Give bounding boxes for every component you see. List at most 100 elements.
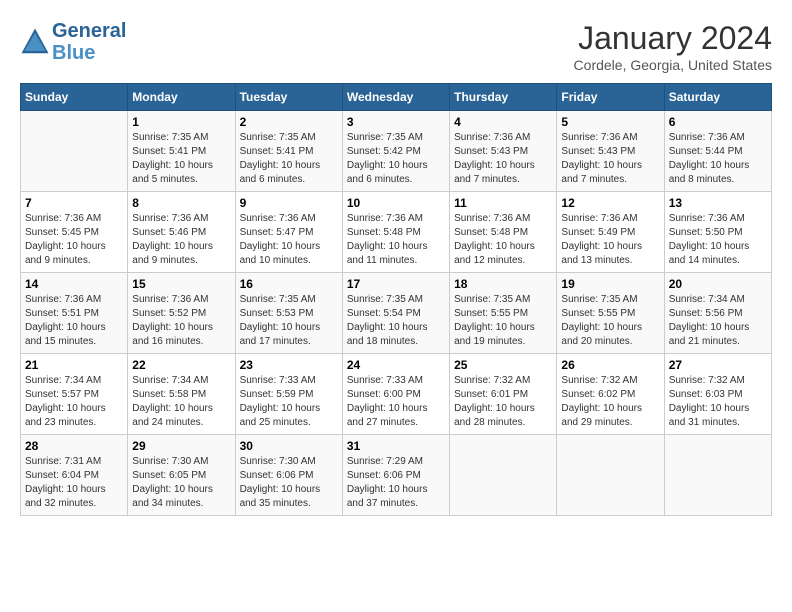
day-number: 22 [132, 358, 230, 372]
calendar-cell: 29 Sunrise: 7:30 AM Sunset: 6:05 PM Dayli… [128, 435, 235, 516]
calendar-cell: 8Sunrise: 7:36 AM Sunset: 5:46 PM Daylig… [128, 192, 235, 273]
calendar-cell: 28Sunrise: 7:31 AM Sunset: 6:04 PM Dayli… [21, 435, 128, 516]
day-info: Sunrise: 7:36 AM Sunset: 5:45 PM Dayligh… [25, 212, 123, 268]
day-number: 7 [25, 196, 123, 210]
day-number: 3 [347, 115, 445, 129]
day-number: 21 [25, 358, 123, 372]
calendar-week-row: 7 Sunrise: 7:36 AM Sunset: 5:45 PM Daylig… [21, 192, 772, 273]
location-subtitle: Cordele, Georgia, United States [574, 57, 772, 73]
calendar-cell: 17Sunrise: 7:35 AM Sunset: 5:54 PM Dayli… [342, 273, 449, 354]
day-number: 18 [454, 277, 552, 291]
day-info: Sunrise: 7:36 AM Sunset: 5:48 PM Dayligh… [347, 212, 445, 268]
day-number: 11 [454, 196, 552, 210]
calendar-cell: 15 Sunrise: 7:36 AM Sunset: 5:52 PM Dayli… [128, 273, 235, 354]
calendar-cell: 12 Sunrise: 7:36 AM Sunset: 5:49 PM Dayli… [557, 192, 664, 273]
day-info: Sunrise: 7:32 AM Sunset: 6:03 PM Dayligh… [669, 374, 767, 430]
calendar-cell: 5 Sunrise: 7:36 AM Sunset: 5:43 PM Daylig… [557, 111, 664, 192]
day-number: 19 [561, 277, 659, 291]
day-number: 24 [347, 358, 445, 372]
day-info: Sunrise: 7:35 AM Sunset: 5:55 PM Dayligh… [561, 293, 659, 349]
day-number: 28 [25, 439, 123, 453]
calendar-week-row: 21 Sunrise: 7:34 AM Sunset: 5:57 PM Dayli… [21, 354, 772, 435]
logo-text: GeneralBlue [52, 20, 126, 64]
day-number: 16 [240, 277, 338, 291]
calendar-header-row: SundayMondayTuesdayWednesdayThursdayFrid… [21, 84, 772, 111]
day-number: 17 [347, 277, 445, 291]
calendar-cell: 18 Sunrise: 7:35 AM Sunset: 5:55 PM Dayli… [450, 273, 557, 354]
calendar-week-row: 1 Sunrise: 7:35 AM Sunset: 5:41 PM Daylig… [21, 111, 772, 192]
calendar-cell: 7 Sunrise: 7:36 AM Sunset: 5:45 PM Daylig… [21, 192, 128, 273]
day-info: Sunrise: 7:32 AM Sunset: 6:01 PM Dayligh… [454, 374, 552, 430]
calendar-cell: 25 Sunrise: 7:32 AM Sunset: 6:01 PM Dayli… [450, 354, 557, 435]
day-number: 10 [347, 196, 445, 210]
day-number: 6 [669, 115, 767, 129]
calendar-cell: 16Sunrise: 7:35 AM Sunset: 5:53 PM Dayli… [235, 273, 342, 354]
logo: GeneralBlue [20, 20, 126, 64]
day-number: 1 [132, 115, 230, 129]
calendar-cell: 11 Sunrise: 7:36 AM Sunset: 5:48 PM Dayli… [450, 192, 557, 273]
day-info: Sunrise: 7:35 AM Sunset: 5:55 PM Dayligh… [454, 293, 552, 349]
day-info: Sunrise: 7:36 AM Sunset: 5:47 PM Dayligh… [240, 212, 338, 268]
day-info: Sunrise: 7:36 AM Sunset: 5:48 PM Dayligh… [454, 212, 552, 268]
calendar-cell [450, 435, 557, 516]
day-info: Sunrise: 7:33 AM Sunset: 6:00 PM Dayligh… [347, 374, 445, 430]
day-info: Sunrise: 7:35 AM Sunset: 5:41 PM Dayligh… [240, 131, 338, 187]
calendar-cell: 4 Sunrise: 7:36 AM Sunset: 5:43 PM Daylig… [450, 111, 557, 192]
calendar-week-row: 28Sunrise: 7:31 AM Sunset: 6:04 PM Dayli… [21, 435, 772, 516]
day-number: 26 [561, 358, 659, 372]
day-number: 5 [561, 115, 659, 129]
calendar-cell: 30Sunrise: 7:30 AM Sunset: 6:06 PM Dayli… [235, 435, 342, 516]
calendar-table: SundayMondayTuesdayWednesdayThursdayFrid… [20, 83, 772, 516]
calendar-day-header: Tuesday [235, 84, 342, 111]
calendar-cell: 31Sunrise: 7:29 AM Sunset: 6:06 PM Dayli… [342, 435, 449, 516]
day-info: Sunrise: 7:34 AM Sunset: 5:56 PM Dayligh… [669, 293, 767, 349]
day-info: Sunrise: 7:36 AM Sunset: 5:49 PM Dayligh… [561, 212, 659, 268]
day-number: 2 [240, 115, 338, 129]
day-info: Sunrise: 7:35 AM Sunset: 5:42 PM Dayligh… [347, 131, 445, 187]
day-number: 23 [240, 358, 338, 372]
calendar-cell: 24 Sunrise: 7:33 AM Sunset: 6:00 PM Dayli… [342, 354, 449, 435]
calendar-cell [664, 435, 771, 516]
calendar-day-header: Sunday [21, 84, 128, 111]
day-info: Sunrise: 7:35 AM Sunset: 5:41 PM Dayligh… [132, 131, 230, 187]
calendar-day-header: Monday [128, 84, 235, 111]
day-number: 12 [561, 196, 659, 210]
calendar-cell: 1 Sunrise: 7:35 AM Sunset: 5:41 PM Daylig… [128, 111, 235, 192]
calendar-day-header: Thursday [450, 84, 557, 111]
day-info: Sunrise: 7:30 AM Sunset: 6:05 PM Dayligh… [132, 455, 230, 511]
day-info: Sunrise: 7:30 AM Sunset: 6:06 PM Dayligh… [240, 455, 338, 511]
day-number: 20 [669, 277, 767, 291]
day-number: 27 [669, 358, 767, 372]
day-number: 29 [132, 439, 230, 453]
day-info: Sunrise: 7:36 AM Sunset: 5:52 PM Dayligh… [132, 293, 230, 349]
day-info: Sunrise: 7:36 AM Sunset: 5:51 PM Dayligh… [25, 293, 123, 349]
calendar-cell: 3 Sunrise: 7:35 AM Sunset: 5:42 PM Daylig… [342, 111, 449, 192]
calendar-cell: 14 Sunrise: 7:36 AM Sunset: 5:51 PM Dayli… [21, 273, 128, 354]
calendar-cell: 27 Sunrise: 7:32 AM Sunset: 6:03 PM Dayli… [664, 354, 771, 435]
day-number: 9 [240, 196, 338, 210]
calendar-cell: 20 Sunrise: 7:34 AM Sunset: 5:56 PM Dayli… [664, 273, 771, 354]
day-number: 14 [25, 277, 123, 291]
day-info: Sunrise: 7:36 AM Sunset: 5:43 PM Dayligh… [561, 131, 659, 187]
title-block: January 2024 Cordele, Georgia, United St… [574, 20, 772, 73]
day-info: Sunrise: 7:32 AM Sunset: 6:02 PM Dayligh… [561, 374, 659, 430]
day-number: 4 [454, 115, 552, 129]
day-number: 15 [132, 277, 230, 291]
month-title: January 2024 [574, 20, 772, 57]
day-number: 31 [347, 439, 445, 453]
day-info: Sunrise: 7:33 AM Sunset: 5:59 PM Dayligh… [240, 374, 338, 430]
calendar-cell: 6 Sunrise: 7:36 AM Sunset: 5:44 PM Daylig… [664, 111, 771, 192]
day-number: 25 [454, 358, 552, 372]
page-header: GeneralBlue January 2024 Cordele, Georgi… [20, 20, 772, 73]
day-info: Sunrise: 7:34 AM Sunset: 5:57 PM Dayligh… [25, 374, 123, 430]
calendar-cell: 23 Sunrise: 7:33 AM Sunset: 5:59 PM Dayli… [235, 354, 342, 435]
calendar-cell [21, 111, 128, 192]
calendar-cell: 22Sunrise: 7:34 AM Sunset: 5:58 PM Dayli… [128, 354, 235, 435]
calendar-cell: 19 Sunrise: 7:35 AM Sunset: 5:55 PM Dayli… [557, 273, 664, 354]
calendar-week-row: 14 Sunrise: 7:36 AM Sunset: 5:51 PM Dayli… [21, 273, 772, 354]
day-info: Sunrise: 7:36 AM Sunset: 5:50 PM Dayligh… [669, 212, 767, 268]
calendar-cell: 2 Sunrise: 7:35 AM Sunset: 5:41 PM Daylig… [235, 111, 342, 192]
day-info: Sunrise: 7:36 AM Sunset: 5:43 PM Dayligh… [454, 131, 552, 187]
day-info: Sunrise: 7:36 AM Sunset: 5:44 PM Dayligh… [669, 131, 767, 187]
calendar-cell: 21 Sunrise: 7:34 AM Sunset: 5:57 PM Dayli… [21, 354, 128, 435]
